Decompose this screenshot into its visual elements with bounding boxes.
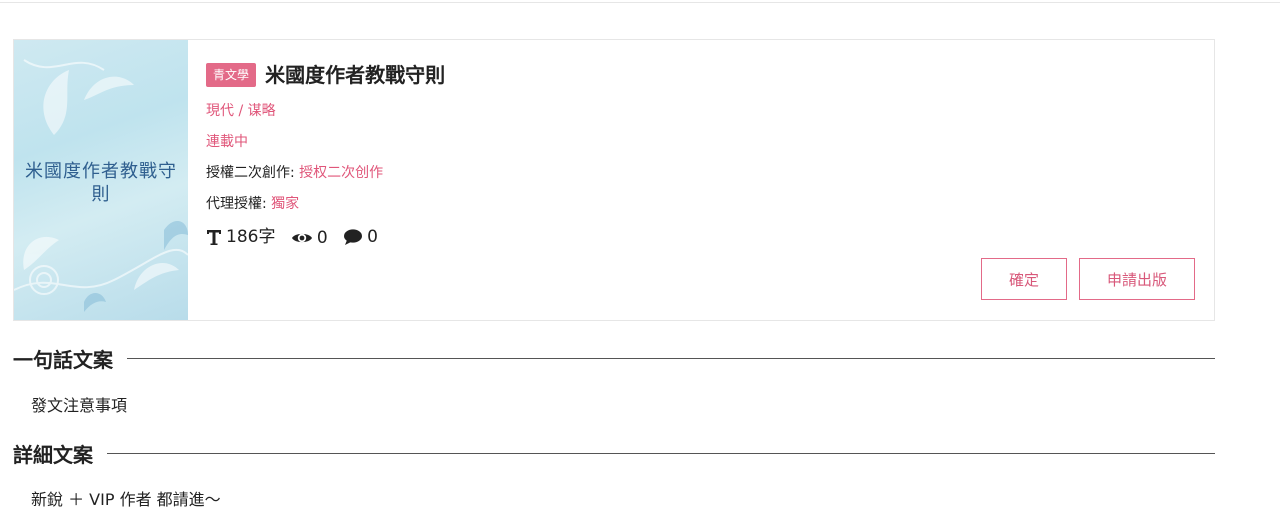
derivative-rights: 授權二次創作: 授权二次创作 — [206, 164, 383, 182]
detail-section-header: 詳細文案 — [13, 441, 1215, 467]
comment-icon — [344, 229, 363, 245]
section-divider — [127, 357, 1215, 359]
one-line-text: 發文注意事項 — [31, 396, 128, 415]
cover-title: 米國度作者教戰守則 — [25, 161, 177, 205]
book-card: 米國度作者教戰守則 青文學 米國度作者教戰守則 現代 / 谋略 連載中 授權二次… — [13, 39, 1215, 321]
derivative-value: 授权二次创作 — [299, 165, 384, 181]
apply-publish-button[interactable]: 申請出版 — [1079, 258, 1195, 300]
detail-section-title: 詳細文案 — [13, 442, 93, 467]
agency-label: 代理授權: — [206, 196, 267, 212]
views-stat: 0 — [291, 227, 328, 249]
section-divider — [107, 452, 1215, 454]
comments-stat: 0 — [343, 226, 378, 248]
one-line-section-title: 一句話文案 — [13, 347, 113, 372]
view-count: 0 — [316, 228, 328, 248]
book-stats: 186字 0 0 — [206, 226, 388, 252]
top-divider — [0, 2, 1280, 3]
status-label: 連載中 — [206, 134, 248, 150]
eye-icon — [291, 233, 312, 243]
book-cover[interactable]: 米國度作者教戰守則 — [14, 40, 188, 320]
word-count-stat: 186字 — [206, 226, 275, 248]
genre-link[interactable]: 現代 / 谋略 — [206, 102, 276, 120]
text-size-icon — [207, 230, 221, 245]
one-line-section-header: 一句話文案 — [13, 346, 1215, 372]
agency-rights: 代理授權: 獨家 — [206, 195, 299, 213]
comment-count: 0 — [367, 227, 378, 247]
title-row: 青文學 米國度作者教戰守則 — [206, 62, 445, 90]
word-count: 186字 — [226, 227, 276, 247]
detail-text: 新銳 ＋ VIP 作者 都請進～ — [31, 490, 221, 509]
derivative-label: 授權二次創作: — [206, 165, 295, 181]
confirm-button[interactable]: 確定 — [981, 258, 1067, 300]
agency-value: 獨家 — [271, 196, 300, 212]
book-title[interactable]: 米國度作者教戰守則 — [265, 62, 445, 88]
category-tag[interactable]: 青文學 — [206, 63, 257, 87]
